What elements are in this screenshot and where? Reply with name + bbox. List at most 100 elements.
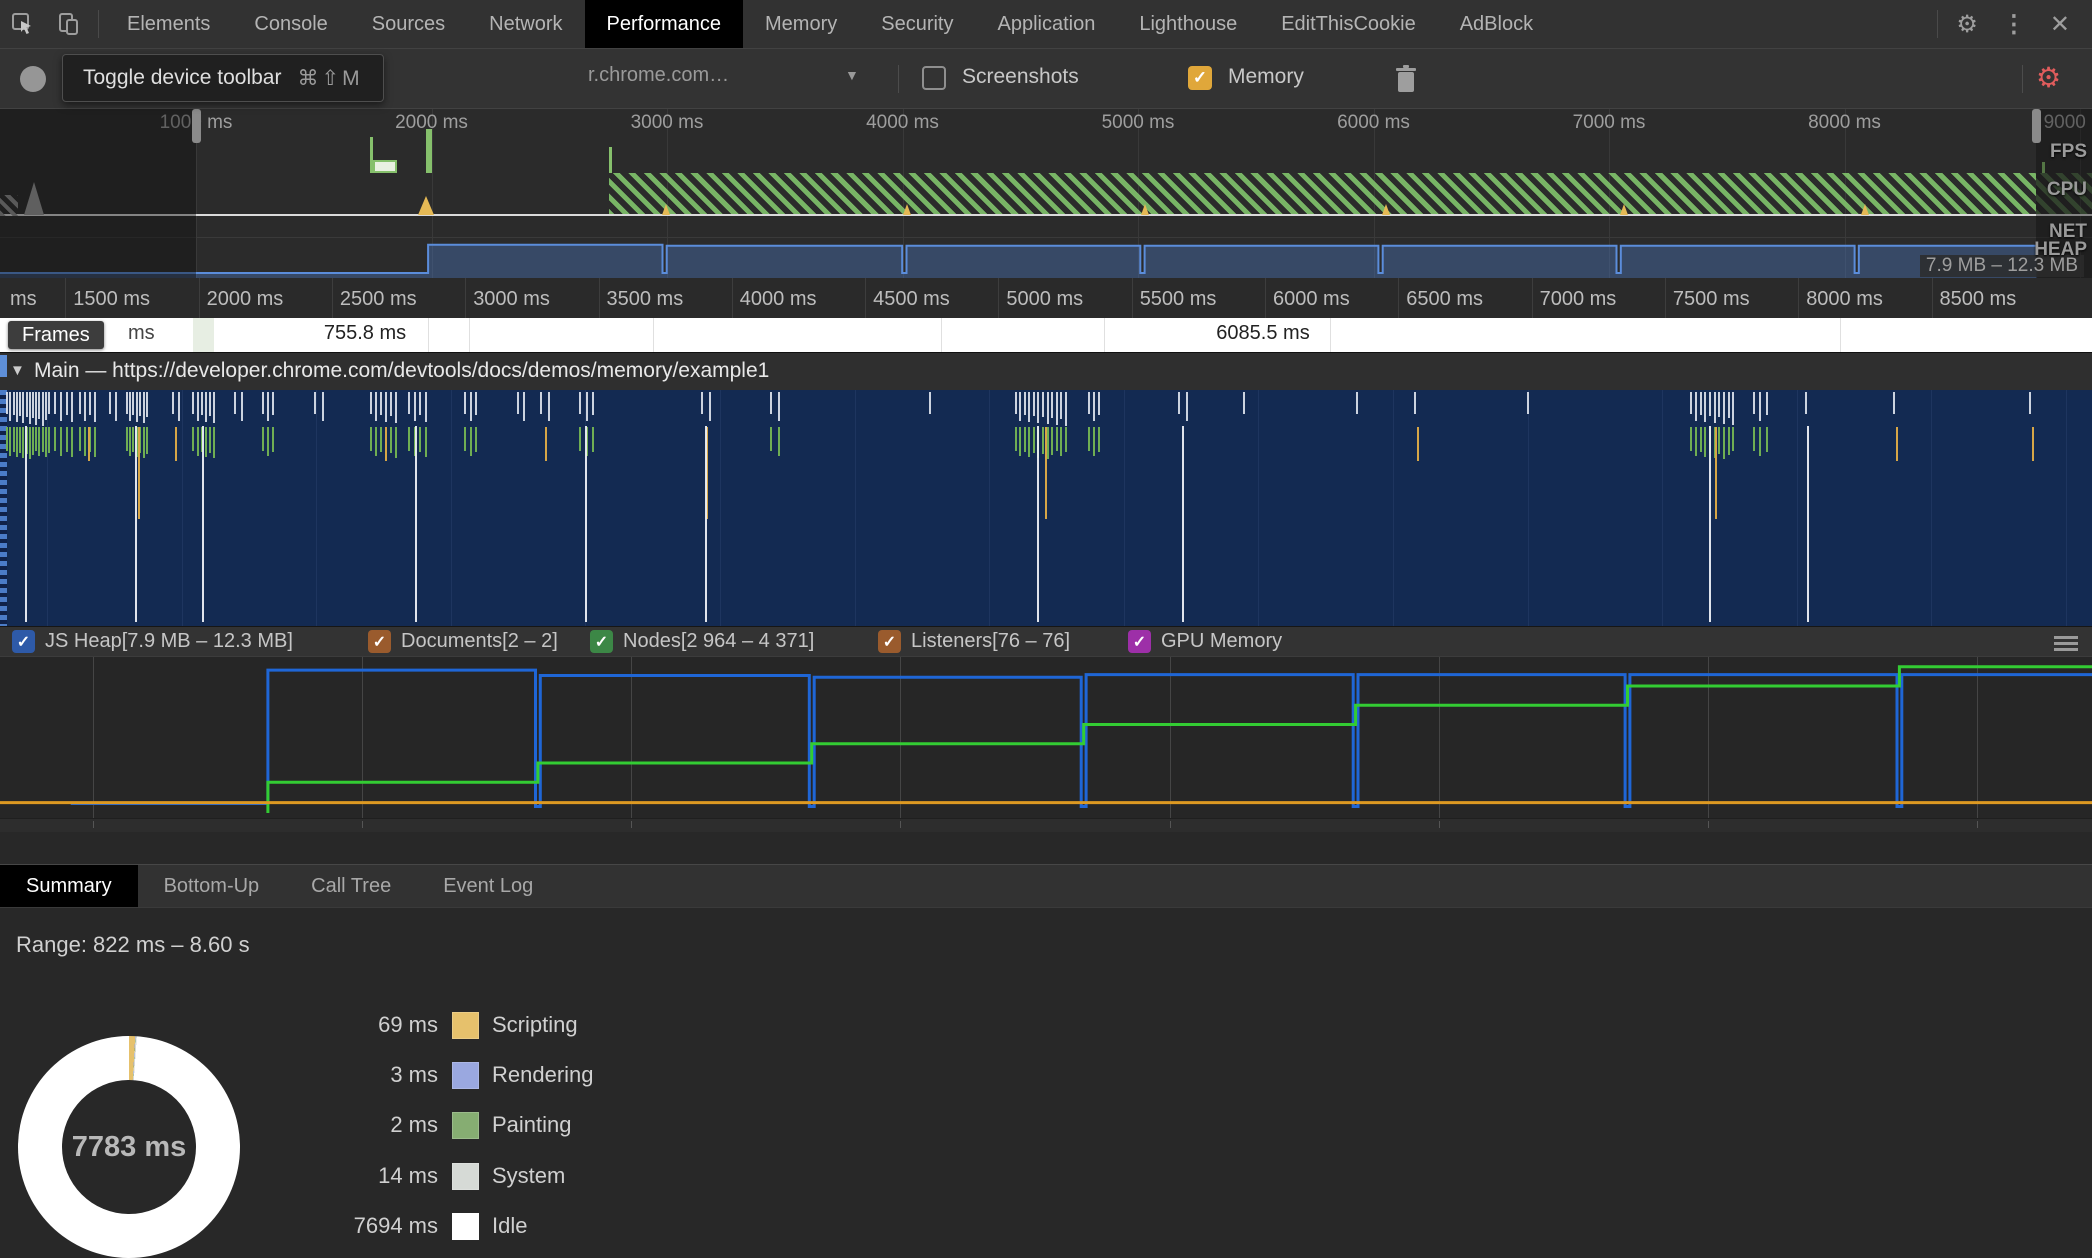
counter-checkbox[interactable]: ✓ [1128, 630, 1151, 653]
ruler-label: ms [10, 288, 37, 310]
activity-line [94, 392, 97, 422]
disclosure-triangle-icon[interactable]: ▼ [10, 362, 25, 379]
timeline-overview[interactable]: 1000 ms 2000 ms 3000 ms 4000 ms 5000 ms 6000 … [0, 108, 2092, 278]
overview-time-label: 5000 ms [1101, 112, 1175, 133]
activity-line [1098, 392, 1101, 415]
activity-line [390, 392, 393, 416]
counter-checkbox[interactable]: ✓ [590, 630, 613, 653]
selection-handle-right[interactable] [2032, 109, 2041, 143]
counter-checkbox[interactable]: ✓ [878, 630, 901, 653]
fps-frame-box [373, 160, 397, 173]
device-toolbar-icon[interactable] [46, 0, 92, 48]
activity-line-green [59, 427, 62, 456]
tab-network[interactable]: Network [467, 0, 584, 48]
counter-checkbox[interactable]: ✓ [12, 630, 35, 653]
tab-performance[interactable]: Performance [584, 0, 743, 48]
activity-line [778, 392, 781, 421]
activity-line [380, 392, 383, 415]
activity-line-tall [1709, 426, 1712, 622]
ruler-label: 7500 ms [1672, 288, 1750, 310]
device-toolbar-tooltip: Toggle device toolbar ⌘⇧M [62, 54, 384, 102]
tab-memory[interactable]: Memory [743, 0, 859, 48]
activity-line-green [1694, 427, 1697, 456]
profile-select[interactable]: r.chrome.com… [588, 64, 888, 87]
memory-axis-tick [1708, 821, 1709, 828]
vertical-scrollbar[interactable] [0, 390, 7, 626]
memory-chart-ticks [0, 818, 2092, 832]
close-icon[interactable]: ✕ [2038, 10, 2082, 39]
frames-track[interactable]: Frames ms 755.8 ms 6085.5 ms [0, 318, 2092, 352]
tab-console[interactable]: Console [232, 0, 349, 48]
activity-line [41, 392, 44, 426]
capture-settings-icon[interactable]: ⚙ [2036, 61, 2061, 94]
tab-security[interactable]: Security [859, 0, 975, 48]
selection-handle-left[interactable] [192, 109, 201, 143]
legend-swatch [452, 1011, 479, 1039]
record-button[interactable] [20, 66, 46, 92]
screenshots-checkbox[interactable] [922, 66, 946, 90]
activity-line-green [464, 427, 467, 451]
summary-pane: Range: 822 ms – 8.60 s 7783 ms 69 ms Scri… [0, 908, 2092, 1258]
activity-line-green [1722, 427, 1725, 459]
flame-gridline [181, 390, 183, 626]
activity-line [1355, 392, 1358, 414]
activity-line [1759, 392, 1762, 421]
tab-elements[interactable]: Elements [105, 0, 232, 48]
flame-gridline [316, 390, 318, 626]
counter-toggle-listeners[interactable]: ✓ Listeners[76 – 76] [878, 630, 1070, 653]
ruler-tick [1131, 278, 1133, 318]
tab-sources[interactable]: Sources [350, 0, 467, 48]
more-menu-icon[interactable]: ⋮ [1990, 10, 2038, 39]
activity-line-tall [1037, 426, 1040, 622]
clear-recordings-icon[interactable] [1392, 63, 1420, 100]
counter-toggle-js-heap[interactable]: ✓ JS Heap[7.9 MB – 12.3 MB] [12, 630, 293, 653]
frame-separator [941, 318, 942, 352]
tab-summary[interactable]: Summary [0, 865, 138, 907]
main-track-header[interactable]: ▼ Main — https://developer.chrome.com/de… [0, 352, 2092, 390]
ruler-label: 8000 ms [1806, 288, 1883, 310]
chevron-down-icon[interactable]: ▼ [845, 67, 859, 83]
scrollbar-thumb[interactable] [0, 355, 7, 377]
series-js-heap-mb- [70, 668, 2092, 808]
tab-event-log[interactable]: Event Log [417, 865, 559, 907]
activity-line [592, 392, 595, 415]
inspect-element-icon[interactable] [0, 0, 46, 48]
counter-toggle-gpu-memory[interactable]: ✓ GPU Memory [1128, 630, 1282, 653]
tab-adblock[interactable]: AdBlock [1438, 0, 1555, 48]
activity-line-green [370, 427, 373, 451]
memory-counters-chart[interactable] [0, 656, 2092, 818]
counter-toggle-documents[interactable]: ✓ Documents[2 – 2] [368, 630, 558, 653]
ruler-label: 5500 ms [1139, 288, 1217, 310]
activity-line-green [38, 427, 41, 456]
activity-line [407, 392, 410, 414]
settings-gear-icon[interactable]: ⚙ [1944, 10, 1990, 39]
activity-line [523, 392, 525, 421]
tab-call-tree[interactable]: Call Tree [285, 865, 417, 907]
details-tabbar: Summary Bottom-Up Call Tree Event Log [0, 864, 2092, 908]
activity-line [1042, 392, 1044, 417]
tab-lighthouse[interactable]: Lighthouse [1117, 0, 1259, 48]
activity-line [1694, 392, 1697, 421]
activity-line [539, 392, 542, 414]
tab-application[interactable]: Application [975, 0, 1117, 48]
main-flame-chart[interactable] [0, 390, 2092, 626]
activity-line-green [1732, 427, 1735, 451]
counter-checkbox[interactable]: ✓ [368, 630, 391, 653]
memory-axis-tick [93, 821, 94, 828]
activity-line [1893, 392, 1896, 414]
frame-separator [428, 318, 429, 352]
hamburger-menu-icon[interactable] [2054, 633, 2078, 654]
activity-line [1805, 392, 1808, 414]
activity-line [1014, 392, 1017, 414]
pane-splitter[interactable] [0, 832, 2092, 864]
tab-editthiscookie[interactable]: EditThisCookie [1259, 0, 1438, 48]
ruler-label: 2500 ms [339, 288, 417, 310]
tab-bottom-up[interactable]: Bottom-Up [138, 865, 286, 907]
activity-line [1037, 392, 1040, 423]
legend-value: 7694 ms [353, 1213, 438, 1238]
activity-line-green [71, 427, 74, 457]
timeline-ruler: ms 1500 ms 2000 ms 2500 ms 3000 ms 3500 ms 400… [0, 278, 2092, 318]
memory-checkbox[interactable]: ✓ [1188, 66, 1212, 90]
activity-line [1765, 392, 1768, 415]
counter-toggle-nodes[interactable]: ✓ Nodes[2 964 – 4 371] [590, 630, 814, 653]
